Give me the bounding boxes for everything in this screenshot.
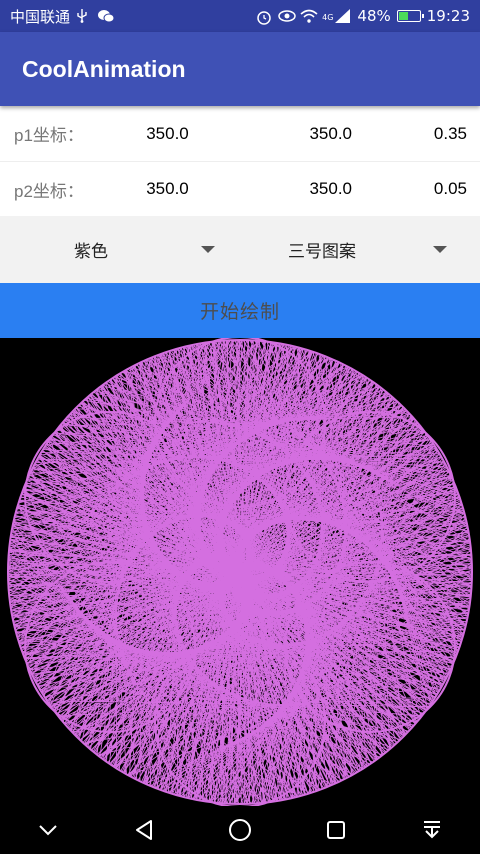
p1-ratio-input[interactable]: 0.35 xyxy=(352,124,467,144)
eye-icon xyxy=(278,9,296,23)
color-spinner-value: 紫色 xyxy=(74,242,108,262)
navigation-bar xyxy=(0,806,480,854)
spirograph-lines xyxy=(7,339,473,805)
pattern-spinner-value: 三号图案 xyxy=(288,242,356,262)
network-type-label: 4G xyxy=(322,13,334,22)
dropdown-arrow-icon xyxy=(201,246,215,253)
p2-row: p2坐标： 350.0 350.0 0.05 xyxy=(0,161,480,216)
clock: 19:23 xyxy=(426,7,470,25)
spirograph-drawing xyxy=(7,336,473,808)
alarm-icon xyxy=(256,9,272,25)
app-title: CoolAnimation xyxy=(22,55,186,82)
battery-icon xyxy=(396,10,424,22)
app-bar: CoolAnimation xyxy=(0,32,480,106)
recents-icon[interactable] xyxy=(316,810,356,850)
start-drawing-label: 开始绘制 xyxy=(199,301,280,323)
p1-y-input[interactable]: 350.0 xyxy=(205,124,352,144)
status-bar: 中国联通 4G 48% 19:23 xyxy=(0,0,480,32)
p2-y-input[interactable]: 350.0 xyxy=(205,179,352,199)
wechat-icon xyxy=(98,9,115,23)
home-icon[interactable] xyxy=(220,810,260,850)
p1-label: p1坐标： xyxy=(14,126,84,145)
start-drawing-button[interactable]: 开始绘制 xyxy=(0,283,480,338)
p2-x-input[interactable]: 350.0 xyxy=(130,179,205,199)
back-icon[interactable] xyxy=(124,810,164,850)
color-spinner[interactable]: 紫色 xyxy=(0,216,240,283)
drawing-canvas[interactable] xyxy=(0,336,480,808)
pattern-spinner[interactable]: 三号图案 xyxy=(240,216,480,283)
params-panel: p1坐标： 350.0 350.0 0.35 p2坐标： 350.0 350.0… xyxy=(0,106,480,216)
carrier-label: 中国联通 xyxy=(10,7,71,26)
dropdown-arrow-icon xyxy=(433,246,447,253)
p2-ratio-input[interactable]: 0.05 xyxy=(352,179,467,199)
p1-row: p1坐标： 350.0 350.0 0.35 xyxy=(0,106,480,161)
battery-percent: 48% xyxy=(357,7,391,25)
notification-pull-icon[interactable] xyxy=(412,810,452,850)
usb-icon xyxy=(76,9,92,23)
signal-icon xyxy=(335,9,351,23)
p2-label: p2坐标： xyxy=(14,181,84,201)
p1-x-input[interactable]: 350.0 xyxy=(130,124,205,144)
chevron-down-icon[interactable] xyxy=(28,810,68,850)
wifi-icon xyxy=(300,9,318,23)
selects-row: 紫色 三号图案 xyxy=(0,216,480,283)
